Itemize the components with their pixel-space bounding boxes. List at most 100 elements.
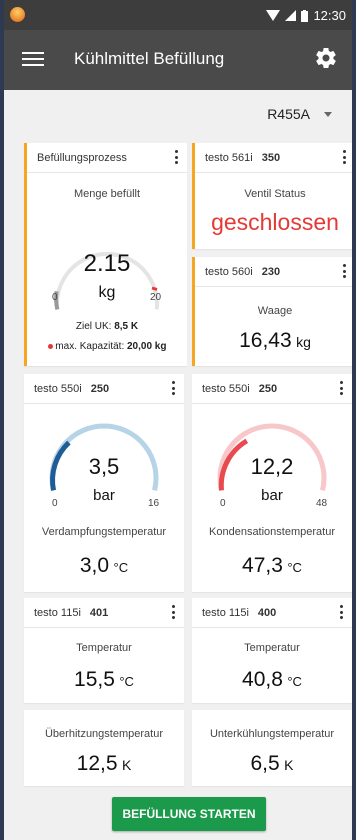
page-title: Kühlmittel Befüllung [74,49,225,68]
more-options-icon[interactable] [170,381,176,397]
device-label: testo 550i 250 [202,383,277,395]
kebab-dot [171,616,175,619]
temp-reading: 40,8 °C [192,668,352,692]
kebab-dot [171,605,175,608]
cond-temp-value: 47,3 [242,554,283,577]
superheat-reading: 12,5 K [24,752,184,776]
fill-label: Menge befüllt [73,188,141,200]
more-options-icon[interactable] [341,150,347,166]
refrigerant-value: R455A [267,106,310,122]
device-number: 401 [89,607,109,619]
kebab-dot [171,392,175,395]
valve-status-value: geschlossen [211,209,339,235]
more-options-icon[interactable] [170,605,176,621]
kebab-dot [171,381,175,384]
card-header: testo 115i 401 [24,598,184,628]
kebab-dot [339,386,343,390]
start-filling-button[interactable]: BEFÜLLUNG STARTEN [112,797,266,831]
card-header: Befüllungsprozess [27,143,187,173]
temp-label: Temperatur [244,642,300,654]
kebab-dot [171,386,175,390]
app-screen: 12:30 Kühlmittel Befüllung R455A Befüllu… [4,0,352,840]
menu-button[interactable] [22,48,44,70]
device-number: 250 [258,383,278,395]
gauge-min: 0 [52,498,58,509]
valve-card: testo 561i 350 Ventil Status geschlossen [192,143,352,249]
fill-process-card: Befüllungsprozess Menge befüllt 2.15 kg … [24,143,187,366]
superheat-value: 12,5 [76,752,118,775]
card-header: testo 550i 250 [24,374,184,404]
battery-icon [301,9,309,22]
device-name: testo 550i [202,383,250,395]
menu-icon-bar [22,52,44,54]
more-options-icon[interactable] [341,264,347,280]
scale-unit: kg [296,334,311,350]
temperature-card-1: testo 115i 401 Temperatur 15,5 °C [24,598,184,703]
cond-temp-unit: °C [287,560,302,575]
device-label: testo 561i 350 [205,152,280,164]
device-name: testo 560i [205,266,253,278]
more-options-icon[interactable] [338,605,344,621]
device-name: testo 561i [205,152,253,164]
device-number: 350 [261,152,281,164]
capacity-row: max. Kapazität: 20,00 kg [27,341,187,352]
gauge-min: 0 [52,292,58,303]
gauge-max: 20 [150,292,162,303]
kebab-dot [342,161,346,164]
menu-icon-bar [22,64,44,66]
target-row: Ziel UK: 8,5 K [27,321,187,332]
menu-icon-bar [22,58,44,60]
evap-temp-label: Verdampfungstemperatur [41,526,167,538]
temp-unit: °C [287,674,302,689]
kebab-dot [339,392,343,395]
cond-temp-reading: 47,3 °C [192,554,352,578]
kebab-dot [174,150,178,153]
capacity-value: 20,00 kg [127,341,167,352]
valve-label: Ventil Status [244,188,306,200]
subcool-unit: K [284,757,294,773]
subcool-reading: 6,5 K [192,752,352,776]
refrigerant-select[interactable]: R455A [267,106,332,122]
kebab-dot [174,161,178,164]
scale-value: 16,43 [239,329,292,352]
scale-card: testo 560i 230 Waage 16,43 kg [192,257,352,366]
subcool-card: Unterkühlungstemperatur 6,5 K [192,710,352,786]
kebab-dot [339,605,343,608]
scale-label: Waage [257,305,293,317]
temp-value: 40,8 [242,668,283,691]
device-number: 400 [257,607,277,619]
device-number: 250 [90,383,110,395]
evap-temp-value: 3,0 [79,554,110,577]
card-title: Befüllungsprozess [37,152,127,164]
device-label: testo 115i 401 [34,607,108,619]
target-value: 8,5 K [114,321,139,332]
kebab-dot [342,155,346,159]
capacity-dot-icon [47,343,53,349]
settings-button[interactable] [314,46,338,70]
fill-value: 2.15 [83,250,131,277]
temp-label: Temperatur [76,642,132,654]
low-pressure-unit: bar [93,487,115,504]
status-icons: 12:30 [266,8,346,23]
card-header: testo 561i 350 [195,143,352,173]
gauge-max: 48 [316,498,328,509]
kebab-dot [342,269,346,273]
fill-unit: kg [98,284,116,301]
device-frame: 12:30 Kühlmittel Befüllung R455A Befüllu… [0,0,356,840]
superheat-card: Überhitzungstemperatur 12,5 K [24,710,184,786]
kebab-dot [339,616,343,619]
kebab-dot [339,610,343,614]
gauge-min: 0 [220,498,226,509]
temp-value: 15,5 [74,668,115,691]
subcool-label: Unterkühlungstemperatur [209,728,335,740]
target-label: Ziel UK: [75,321,112,332]
superheat-unit: K [121,757,132,773]
superheat-label: Überhitzungstemperatur [44,728,163,740]
card-header: testo 550i 250 [192,374,352,404]
app-bar: Kühlmittel Befüllung [4,30,352,90]
device-label: testo 560i 230 [205,266,280,278]
capacity-label: max. Kapazität: [55,341,125,352]
more-options-icon[interactable] [338,381,344,397]
more-options-icon[interactable] [173,150,179,166]
temperature-card-2: testo 115i 400 Temperatur 40,8 °C [192,598,352,703]
